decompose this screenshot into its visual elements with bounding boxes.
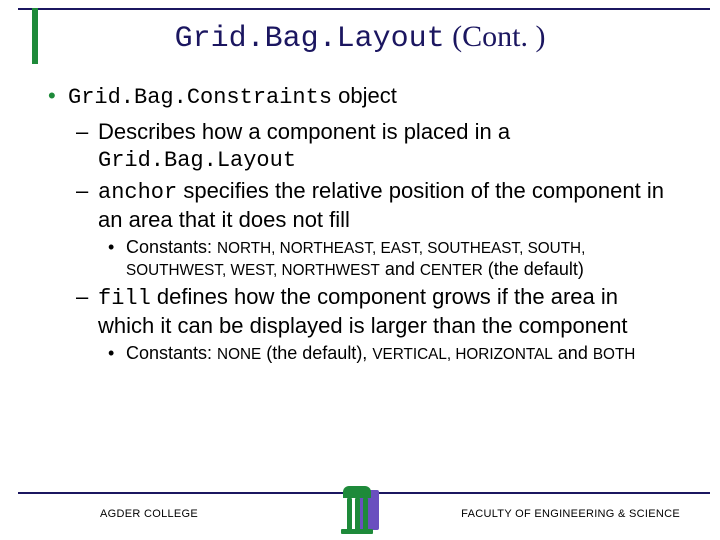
- bullet-2b-code: anchor: [98, 180, 177, 205]
- slide: Grid.Bag.Layout (Cont. ) Grid.Bag.Constr…: [0, 0, 720, 540]
- bullet-2a: Describes how a component is placed in a…: [76, 118, 680, 175]
- bullet-2c-code: fill: [98, 286, 151, 311]
- slide-body: Grid.Bag.Constraints object Describes ho…: [48, 82, 680, 366]
- footer-right: FACULTY OF ENGINEERING & SCIENCE: [461, 508, 680, 520]
- bullet-3b-both: BOTH: [593, 346, 636, 363]
- bullet-3a-mid: and: [380, 259, 420, 279]
- bullet-2b: anchor specifies the relative position o…: [76, 177, 680, 234]
- bullet-2c: fill defines how the component grows if …: [76, 283, 680, 340]
- top-rule: [18, 8, 710, 10]
- college-logo-icon: [335, 486, 383, 534]
- bullet-2b-tail: specifies the relative position of the c…: [98, 178, 664, 233]
- bullet-1-code: Grid.Bag.Constraints: [68, 85, 332, 110]
- title-suffix: (Cont. ): [452, 20, 545, 53]
- footer-left: AGDER COLLEGE: [100, 508, 198, 520]
- bullet-3b-none: NONE: [217, 346, 261, 363]
- bullet-3a: Constants: NORTH, NORTHEAST, EAST, SOUTH…: [108, 236, 680, 281]
- bullet-1: Grid.Bag.Constraints object: [48, 82, 680, 112]
- bullet-2a-code: Grid.Bag.Layout: [98, 148, 296, 173]
- slide-title: Grid.Bag.Layout (Cont. ): [0, 20, 720, 56]
- bullet-3b-vh: VERTICAL, HORIZONTAL: [372, 346, 552, 363]
- bullet-3b-mid2: and: [553, 343, 593, 363]
- title-code: Grid.Bag.Layout: [175, 22, 445, 56]
- bullet-3b: Constants: NONE (the default), VERTICAL,…: [108, 342, 680, 365]
- bullet-1-tail: object: [332, 83, 397, 108]
- bullet-3b-mid1: (the default),: [261, 343, 372, 363]
- bullet-3a-center: CENTER: [420, 262, 483, 279]
- bullet-3a-lead: Constants:: [126, 237, 217, 257]
- bullet-3a-tail: (the default): [483, 259, 584, 279]
- bullet-3b-lead: Constants:: [126, 343, 217, 363]
- bullet-2a-text: Describes how a component is placed in a: [98, 119, 510, 144]
- bullet-2c-tail: defines how the component grows if the a…: [98, 284, 628, 339]
